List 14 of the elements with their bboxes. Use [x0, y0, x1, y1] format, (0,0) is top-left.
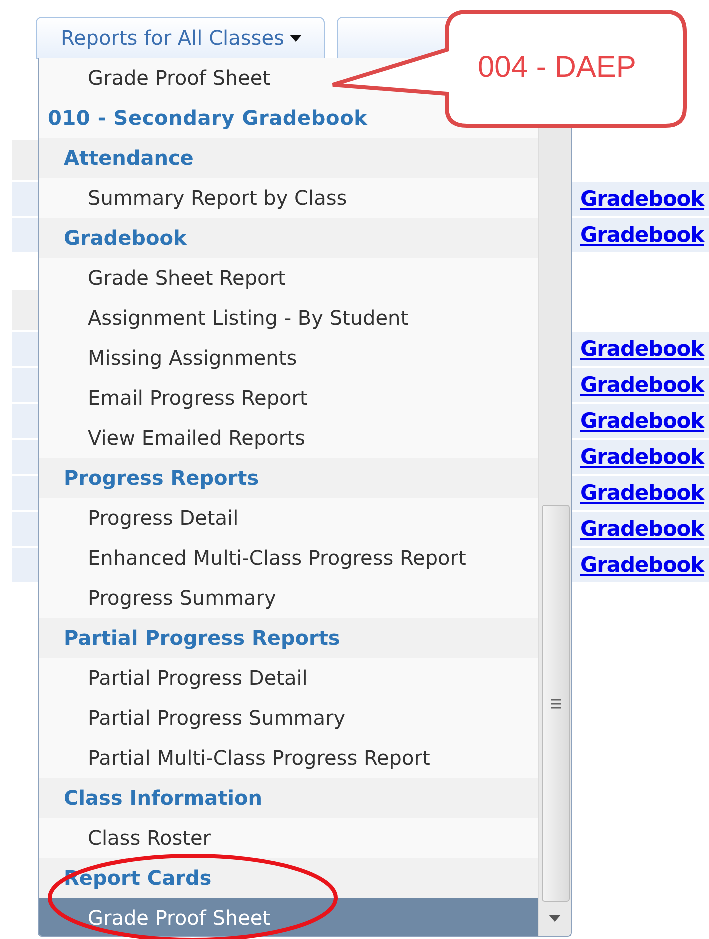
gradebook-link[interactable]: Gradebook — [580, 373, 704, 397]
gradebook-link[interactable]: Gradebook — [580, 553, 704, 577]
gradebook-link[interactable]: Gradebook — [580, 445, 704, 469]
gradebook-link[interactable]: Gradebook — [580, 187, 704, 211]
scroll-thumb[interactable] — [542, 505, 570, 902]
reports-dropdown-button[interactable]: Reports for All Classes — [36, 17, 326, 59]
gradebook-link[interactable]: Gradebook — [580, 481, 704, 505]
grip-icon — [550, 696, 562, 710]
gradebook-link[interactable]: Gradebook — [580, 409, 704, 433]
gradebook-link[interactable]: Gradebook — [580, 337, 704, 361]
scroll-down-icon[interactable] — [549, 915, 561, 922]
gradebook-link[interactable]: Gradebook — [580, 517, 704, 541]
gradebook-link[interactable]: Gradebook — [580, 223, 704, 247]
caret-icon — [290, 34, 302, 42]
